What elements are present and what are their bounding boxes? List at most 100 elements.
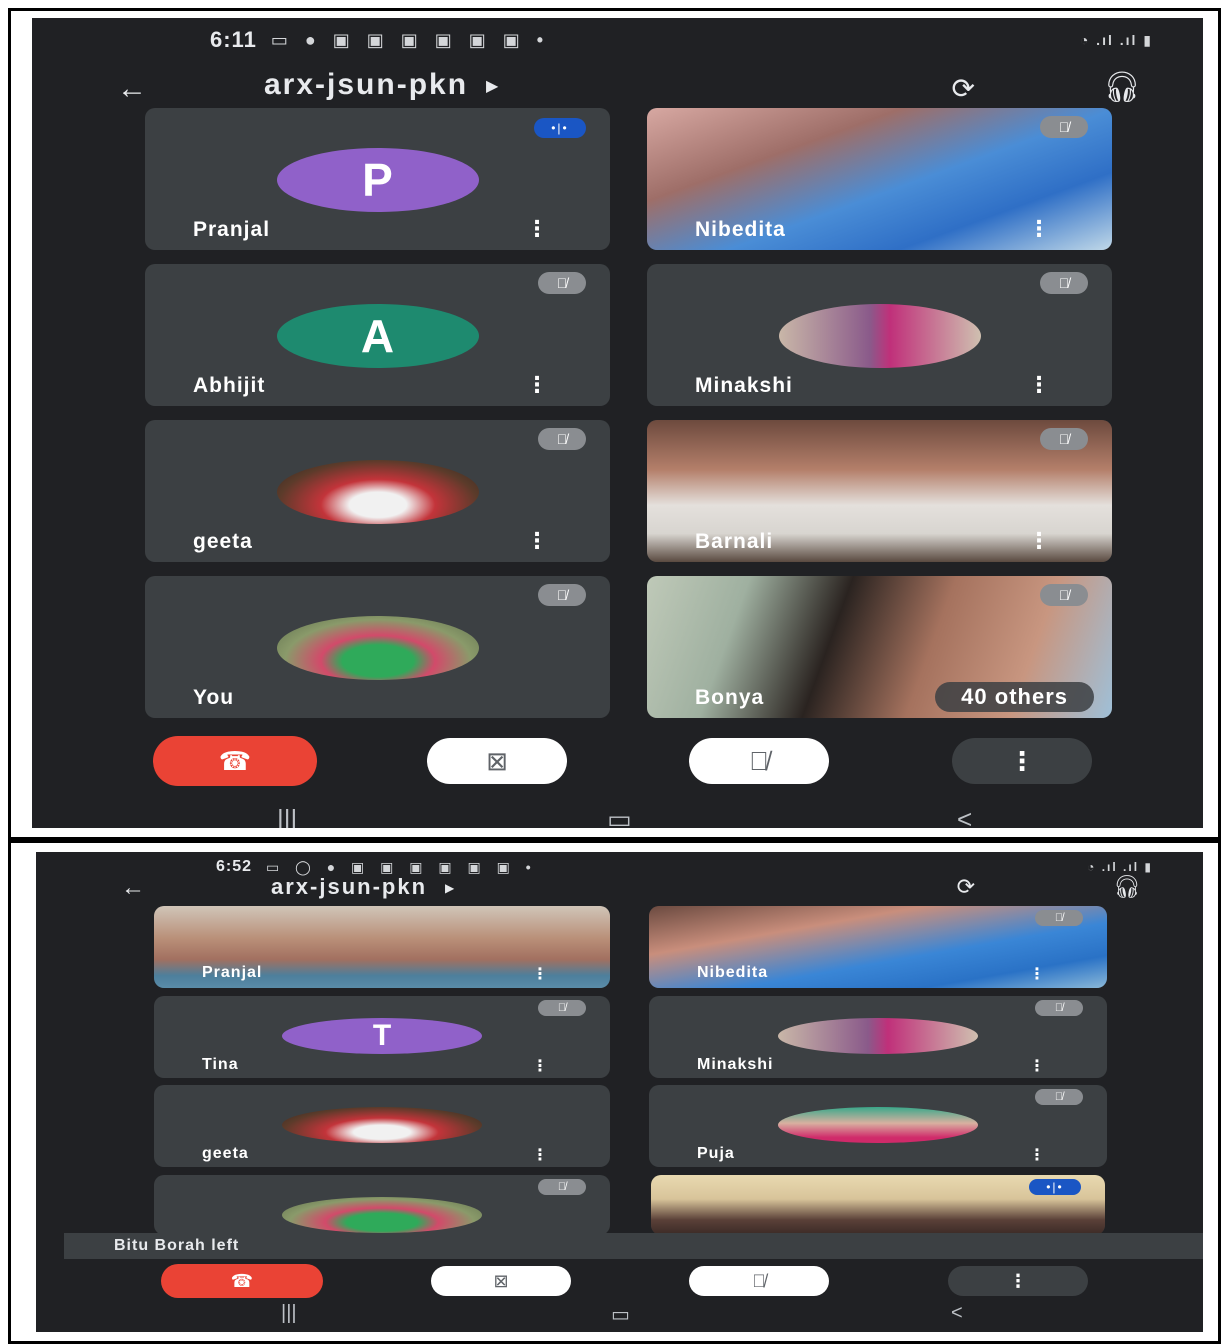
more-vert-icon[interactable]: ⋮ [532,964,548,984]
camera-toggle-button[interactable]: ⊠ [431,1266,571,1296]
more-vert-icon: ⋮ [1009,745,1035,776]
avatar [778,1107,978,1143]
participant-tile-minakshi[interactable]: 🎙̸ Minakshi ⋮ [649,996,1107,1078]
notification-icons: ▭ ◯ ● ▣ ▣ ▣ ▣ ▣ ▣ • [266,858,537,875]
mic-off-icon: 🎙̸ [538,428,586,450]
status-time: 6:11 [210,27,257,52]
more-options-button[interactable]: ⋮ [948,1266,1088,1296]
mic-off-icon: 🎙̸ [538,1000,586,1016]
more-vert-icon[interactable]: ⋮ [1029,1056,1045,1076]
meeting-header: ← arx-jsun-pkn ▶ ⟳ 🎧︎ [36,874,1203,908]
participant-tile-minakshi[interactable]: 🎙̸ Minakshi ⋮ [647,264,1112,406]
mic-off-icon: 🎙̸ [1040,428,1088,450]
participant-tile-pranjal[interactable]: Pranjal ⋮ [154,906,610,988]
others-count-badge[interactable]: 40 others [935,682,1094,712]
switch-camera-icon[interactable]: ⟳ [952,72,975,105]
recents-icon[interactable]: ||| [277,804,297,828]
camera-off-icon: ⊠ [493,1270,509,1291]
participant-tile-geeta[interactable]: geeta ⋮ [154,1085,610,1167]
more-vert-icon[interactable]: ⋮ [526,528,548,554]
more-vert-icon[interactable]: ⋮ [1029,964,1045,984]
back-nav-icon[interactable]: < [957,804,972,828]
meeting-code-title[interactable]: arx-jsun-pkn ▶ [264,68,500,102]
mic-off-icon: 🎙̸ [538,272,586,294]
participant-tile-video-speaker[interactable]: •|• [651,1175,1105,1235]
mic-off-icon: 🎙̸ [538,584,586,606]
more-vert-icon[interactable]: ⋮ [526,216,548,242]
back-arrow-icon[interactable]: ← [117,72,147,106]
participant-tile-you[interactable]: 🎙̸ You [145,576,610,718]
more-vert-icon[interactable]: ⋮ [1029,1145,1045,1165]
participant-tile-tina[interactable]: 🎙̸ T Tina ⋮ [154,996,610,1078]
participant-tile-pranjal[interactable]: •|• P Pranjal ⋮ [145,108,610,250]
participant-name: Pranjal [202,964,263,981]
caret-right-icon: ▶ [445,881,457,896]
headphones-icon[interactable]: 🎧︎ [1103,70,1141,105]
mic-off-icon: 🎙̸ [1040,584,1088,606]
end-call-button[interactable]: ☎ [161,1264,323,1298]
system-nav-bar: ||| ▭ < [32,804,1203,828]
meeting-code: arx-jsun-pkn [271,874,428,899]
participant-tile-nibedita[interactable]: 🎙̸ Nibedita ⋮ [649,906,1107,988]
avatar: A [276,304,479,368]
more-vert-icon[interactable]: ⋮ [1028,528,1050,554]
caret-right-icon: ▶ [486,78,501,96]
more-vert-icon[interactable]: ⋮ [532,1145,548,1165]
mic-off-icon: 🎙̸ [1035,1000,1083,1016]
avatar [778,304,981,368]
participant-tile-nibedita[interactable]: 🎙̸ Nibedita ⋮ [647,108,1112,250]
avatar [778,1018,978,1054]
participant-name: Minakshi [695,374,793,397]
mic-off-icon: 🎙̸ [752,1270,766,1291]
meet-screen-2: 6:52 ▭ ◯ ● ▣ ▣ ▣ ▣ ▣ ▣ • ◔ .ıl .ıl ▮ ← a… [36,852,1203,1332]
back-arrow-icon[interactable]: ← [121,874,145,902]
mic-toggle-button[interactable]: 🎙̸ [689,1266,829,1296]
participant-name: Nibedita [695,218,786,241]
camera-toggle-button[interactable]: ⊠ [427,738,567,784]
participant-left-toast: Bitu Borah left [64,1233,1203,1259]
meeting-code: arx-jsun-pkn [264,68,469,101]
signal-battery-icons: ◔ .ıl .ıl ▮ [1087,860,1153,874]
mic-off-icon: 🎙̸ [1040,116,1088,138]
camera-off-icon: ⊠ [486,745,508,776]
more-vert-icon[interactable]: ⋮ [1028,372,1050,398]
more-vert-icon[interactable]: ⋮ [1028,216,1050,242]
participant-name: Barnali [695,530,774,553]
home-icon[interactable]: ▭ [611,1302,630,1327]
participant-name: Nibedita [697,964,769,981]
switch-camera-icon[interactable]: ⟳ [957,874,975,900]
avatar: P [276,148,479,212]
status-bar: 6:11 ▭ ● ▣ ▣ ▣ ▣ ▣ ▣ • ◔ .ıl .ıl ▮ [32,18,1203,62]
meeting-code-title[interactable]: arx-jsun-pkn ▶ [271,874,456,900]
end-call-button[interactable]: ☎ [153,736,317,786]
back-nav-icon[interactable]: < [951,1302,963,1325]
recents-icon[interactable]: ||| [281,1302,297,1325]
participant-tile-puja[interactable]: 🎙̸ Puja ⋮ [649,1085,1107,1167]
home-icon[interactable]: ▭ [607,804,632,828]
signal-battery-icons: ◔ .ıl .ıl ▮ [1079,31,1153,48]
participant-name: geeta [193,530,253,553]
mic-off-icon: 🎙̸ [749,745,769,776]
participant-tile-abhijit[interactable]: 🎙̸ A Abhijit ⋮ [145,264,610,406]
participant-name: Puja [697,1145,735,1162]
participant-name: Pranjal [193,218,271,241]
more-vert-icon[interactable]: ⋮ [532,1056,548,1076]
headphones-icon[interactable]: 🎧︎ [1113,874,1141,900]
participant-name: You [193,686,235,709]
end-call-icon: ☎ [230,1270,254,1291]
mic-off-icon: 🎙̸ [1040,272,1088,294]
participant-tile-bonya[interactable]: 🎙̸ Bonya 40 others [647,576,1112,718]
avatar [282,1107,482,1143]
more-vert-icon: ⋮ [1009,1270,1027,1291]
participant-tile-geeta[interactable]: 🎙̸ geeta ⋮ [145,420,610,562]
participant-tile-barnali[interactable]: 🎙̸ Barnali ⋮ [647,420,1112,562]
participant-tile-you[interactable]: 🎙̸ [154,1175,610,1235]
end-call-icon: ☎ [218,745,252,776]
more-vert-icon[interactable]: ⋮ [526,372,548,398]
mic-off-icon: 🎙̸ [1035,1089,1083,1105]
mic-toggle-button[interactable]: 🎙̸ [689,738,829,784]
more-options-button[interactable]: ⋮ [952,738,1092,784]
meet-screen-1: 6:11 ▭ ● ▣ ▣ ▣ ▣ ▣ ▣ • ◔ .ıl .ıl ▮ ← arx… [32,18,1203,828]
system-nav-bar: ||| ▭ < [36,1302,1203,1330]
avatar [276,616,479,680]
